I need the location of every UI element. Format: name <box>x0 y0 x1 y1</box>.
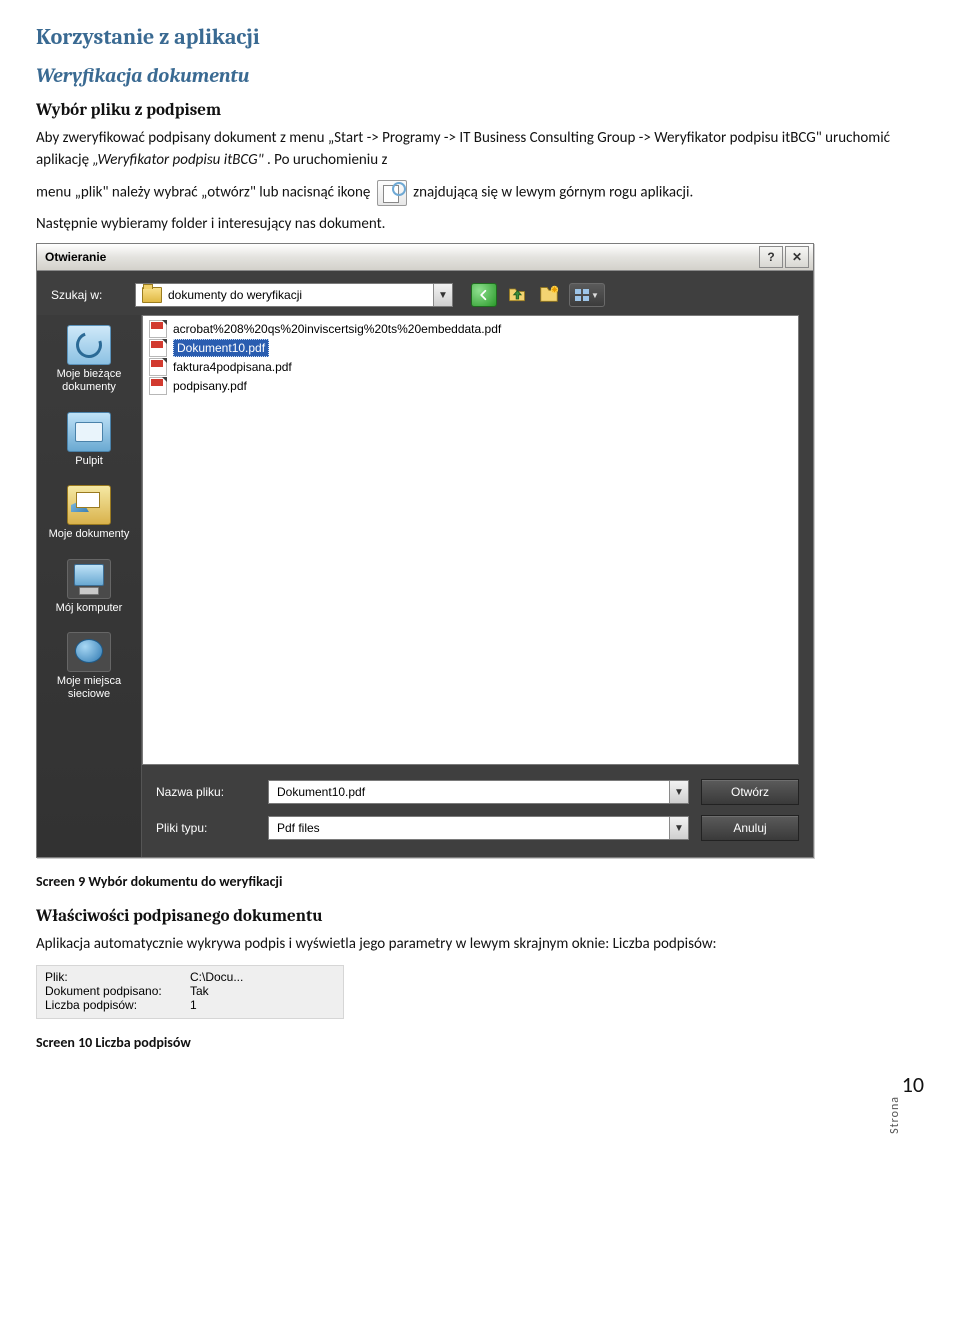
places-bar: Moje bieżące dokumenty Pulpit Moje dokum… <box>37 315 142 857</box>
filetype-value: Pdf files <box>277 821 320 835</box>
nav-back-button[interactable] <box>471 283 497 307</box>
text: znajdującą się w lewym górnym rogu aplik… <box>413 183 693 201</box>
text-italic: „Weryfikator podpisu itBCG" <box>92 151 263 169</box>
figure-caption-2: Screen 10 Liczba podpisów <box>36 1033 924 1053</box>
paragraph-1: Aby zweryfikować podpisany dokument z me… <box>36 128 924 172</box>
text: . Po uruchomieniu z <box>267 151 387 169</box>
pdf-icon <box>149 339 167 357</box>
recent-icon <box>67 325 111 365</box>
lookin-label: Szukaj w: <box>51 288 125 302</box>
page-number: Strona10 <box>862 1071 924 1098</box>
properties-panel: Plik: C:\Docu... Dokument podpisano: Tak… <box>36 965 344 1019</box>
list-item[interactable]: acrobat%208%20qs%20inviscertsig%20ts%20e… <box>149 320 792 338</box>
place-label: Mój komputer <box>56 602 123 615</box>
open-file-icon <box>377 180 407 206</box>
documents-icon <box>67 485 111 525</box>
place-mydocs[interactable]: Moje dokumenty <box>37 479 141 547</box>
paragraph-4: Aplikacja automatycznie wykrywa podpis i… <box>36 934 924 956</box>
place-label: Moje dokumenty <box>49 528 130 541</box>
file-list-pane[interactable]: acrobat%208%20qs%20inviscertsig%20ts%20e… <box>142 315 799 765</box>
heading-section: Weryfikacja dokumentu <box>36 64 924 87</box>
computer-icon <box>67 559 111 599</box>
desktop-icon <box>67 412 111 452</box>
prop-count-label: Liczba podpisów: <box>45 998 190 1012</box>
place-recent[interactable]: Moje bieżące dokumenty <box>37 319 141 399</box>
prop-signed-value: Tak <box>190 984 209 998</box>
heading-subsection-2: Właściwości podpisanego dokumentu <box>36 907 924 926</box>
nav-new-folder-button[interactable] <box>537 283 561 305</box>
open-dialog: Otwieranie ? ✕ Szukaj w: dokumenty do we… <box>36 243 814 858</box>
dialog-title: Otwieranie <box>45 250 106 264</box>
close-button[interactable]: ✕ <box>785 246 809 268</box>
pdf-icon <box>149 320 167 338</box>
file-name: podpisany.pdf <box>173 379 247 393</box>
prop-file-label: Plik: <box>45 970 190 984</box>
paragraph-3: Następnie wybieramy folder i interesując… <box>36 214 924 236</box>
dialog-titlebar: Otwieranie ? ✕ <box>37 244 813 271</box>
filename-value: Dokument10.pdf <box>277 785 365 799</box>
prop-signed-label: Dokument podpisano: <box>45 984 190 998</box>
pdf-icon <box>149 377 167 395</box>
place-computer[interactable]: Mój komputer <box>37 553 141 621</box>
file-name: acrobat%208%20qs%20inviscertsig%20ts%20e… <box>173 322 501 336</box>
filetype-label: Pliki typu: <box>156 821 256 835</box>
filename-combo[interactable]: Dokument10.pdf ▼ <box>268 780 689 804</box>
cancel-button[interactable]: Anuluj <box>701 815 799 841</box>
network-icon <box>67 632 111 672</box>
list-item[interactable]: Dokument10.pdf <box>149 339 792 357</box>
filename-label: Nazwa pliku: <box>156 785 256 799</box>
file-name: Dokument10.pdf <box>173 339 269 357</box>
prop-file-value: C:\Docu... <box>190 970 243 984</box>
lookin-combo[interactable]: dokumenty do weryfikacji ▼ <box>135 283 453 307</box>
place-network[interactable]: Moje miejsca sieciowe <box>37 626 141 706</box>
prop-count-value: 1 <box>190 998 197 1012</box>
page-num-value: 10 <box>902 1071 924 1098</box>
grid-icon <box>575 289 589 301</box>
list-item[interactable]: faktura4podpisana.pdf <box>149 358 792 376</box>
place-label: Pulpit <box>75 455 103 468</box>
chevron-down-icon[interactable]: ▼ <box>433 284 452 306</box>
lookin-value: dokumenty do weryfikacji <box>168 288 302 302</box>
chevron-down-icon[interactable]: ▼ <box>669 781 688 803</box>
open-button[interactable]: Otwórz <box>701 779 799 805</box>
place-label: Moje bieżące dokumenty <box>41 368 137 393</box>
chevron-down-icon[interactable]: ▼ <box>669 817 688 839</box>
filetype-combo[interactable]: Pdf files ▼ <box>268 816 689 840</box>
text: menu „plik" należy wybrać „otwórz" lub n… <box>36 183 374 201</box>
nav-up-button[interactable] <box>505 283 529 305</box>
nav-view-button[interactable]: ▼ <box>569 283 605 307</box>
page-side-label: Strona <box>888 1096 902 1134</box>
paragraph-2: menu „plik" należy wybrać „otwórz" lub n… <box>36 180 924 206</box>
folder-icon <box>142 287 162 303</box>
pdf-icon <box>149 358 167 376</box>
heading-main: Korzystanie z aplikacji <box>36 24 924 50</box>
file-name: faktura4podpisana.pdf <box>173 360 292 374</box>
place-label: Moje miejsca sieciowe <box>41 675 137 700</box>
chevron-down-icon: ▼ <box>591 291 599 300</box>
figure-caption-1: Screen 9 Wybór dokumentu do weryfikacji <box>36 872 924 892</box>
place-desktop[interactable]: Pulpit <box>37 406 141 474</box>
help-button[interactable]: ? <box>759 246 783 268</box>
heading-subsection-1: Wybór pliku z podpisem <box>36 101 924 120</box>
list-item[interactable]: podpisany.pdf <box>149 377 792 395</box>
